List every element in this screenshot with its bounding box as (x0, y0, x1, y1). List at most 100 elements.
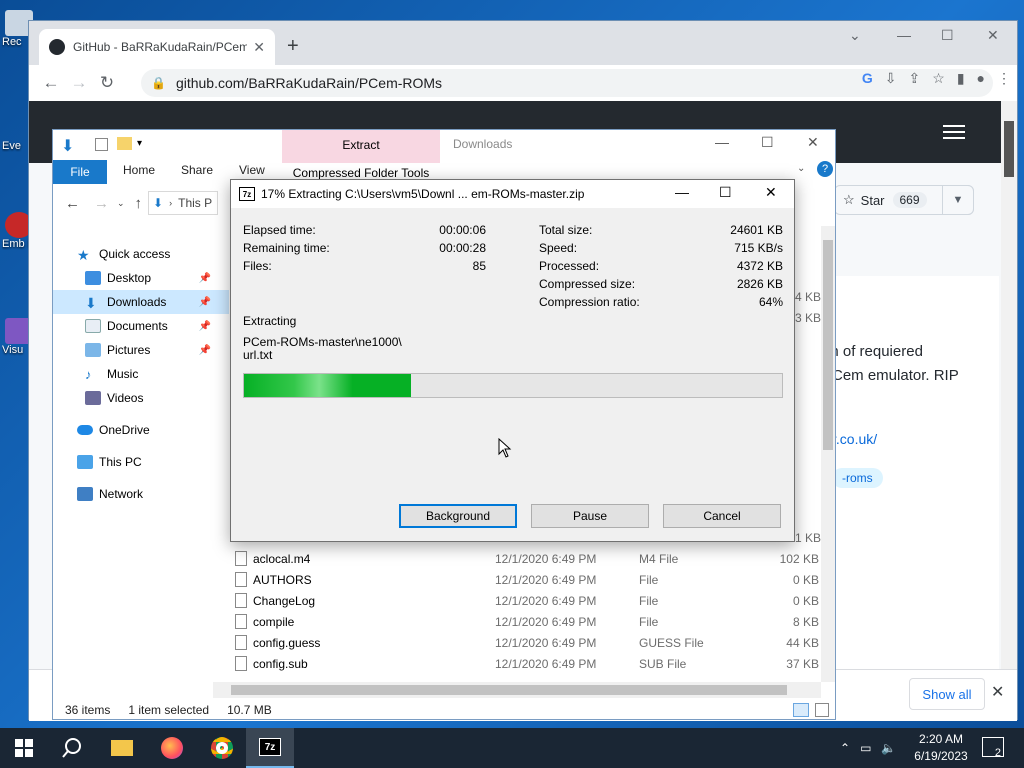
cloud-icon (77, 425, 93, 435)
file-row[interactable]: config.guess 12/1/2020 6:49 PM GUESS Fil… (231, 632, 821, 653)
install-icon[interactable]: ⇩ (885, 70, 897, 87)
explorer-maximize-button[interactable]: ☐ (761, 134, 774, 151)
extract-tab-header[interactable]: Extract (282, 138, 440, 152)
network-icon[interactable]: ▭ (860, 741, 871, 755)
minimize-button[interactable]: — (897, 27, 911, 43)
taskbar-clock[interactable]: 2:20 AM 6/19/2023 (906, 731, 976, 765)
scrollbar-thumb[interactable] (231, 685, 787, 695)
breadcrumb-chevron-icon: › (169, 198, 173, 208)
bookmark-star-icon[interactable]: ☆ (932, 70, 945, 87)
scrollbar-thumb[interactable] (1004, 121, 1014, 177)
back-icon[interactable]: ← (65, 195, 80, 212)
notification-center-icon[interactable]: 2 (982, 737, 1004, 759)
file-row[interactable]: config.sub 12/1/2020 6:49 PM SUB File 37… (231, 653, 821, 674)
back-icon[interactable]: ← (37, 73, 65, 93)
file-list-horizontal-scrollbar[interactable] (213, 682, 821, 698)
file-size: 0 KB (792, 572, 819, 587)
new-tab-button[interactable]: + (287, 35, 299, 58)
nav-desktop[interactable]: Desktop 📌 (53, 266, 229, 290)
repo-topic-tag[interactable]: -roms (832, 468, 883, 488)
system-tray: ⌃ ▭ 🔈 (840, 728, 896, 768)
forward-icon[interactable]: → (94, 195, 109, 212)
file-size-cell: 1 KB (795, 531, 822, 545)
scrollbar-thumb[interactable] (823, 240, 833, 450)
nav-videos[interactable]: Videos (53, 386, 229, 410)
properties-icon[interactable] (95, 138, 108, 151)
file-list-vertical-scrollbar[interactable] (821, 226, 835, 682)
recent-locations-icon[interactable]: ⌄ (117, 198, 125, 209)
nav-label: Desktop (107, 271, 152, 285)
desktop-icon-label: Eve (2, 140, 21, 152)
address-box[interactable]: ⬇ › This P (148, 191, 219, 215)
folder-icon (111, 740, 133, 756)
nav-onedrive[interactable]: OneDrive (53, 418, 229, 442)
google-icon[interactable]: G (862, 70, 873, 87)
details-view-icon[interactable] (793, 703, 809, 717)
tab-home[interactable]: Home (123, 163, 155, 177)
7zip-close-button[interactable]: ✕ (765, 184, 777, 201)
nav-pictures[interactable]: Pictures 📌 (53, 338, 229, 362)
explorer-minimize-button[interactable]: — (715, 134, 729, 150)
nav-network[interactable]: Network (53, 482, 229, 506)
lock-icon: 🔒 (151, 76, 166, 90)
side-panel-icon[interactable]: ▮ (957, 70, 965, 87)
page-scrollbar[interactable] (1001, 101, 1017, 719)
close-download-shelf-icon[interactable]: ✕ (991, 682, 1004, 702)
background-button[interactable]: Background (399, 504, 517, 528)
file-name: ChangeLog (253, 593, 316, 608)
hamburger-menu-icon[interactable] (943, 125, 965, 139)
star-dropdown-button[interactable]: ▼ (942, 185, 974, 215)
cancel-button[interactable]: Cancel (663, 504, 781, 528)
share-icon[interactable]: ⇪ (909, 70, 921, 87)
file-row[interactable]: compile 12/1/2020 6:49 PM File 8 KB (231, 611, 821, 632)
current-file-path: PCem-ROMs-master\ne1000\ (243, 335, 402, 349)
volume-muted-icon[interactable]: 🔈 (881, 741, 896, 755)
nav-documents[interactable]: Documents 📌 (53, 314, 229, 338)
tab-view[interactable]: View (239, 163, 265, 177)
extraction-progress-bar (243, 373, 783, 398)
explorer-close-button[interactable]: ✕ (807, 134, 819, 151)
pause-button[interactable]: Pause (531, 504, 649, 528)
taskbar-firefox[interactable] (148, 728, 196, 768)
browser-tab[interactable]: GitHub - BaRRaKudaRain/PCem- ✕ (39, 29, 275, 65)
file-icon (235, 551, 247, 566)
quick-access-dropdown-icon[interactable]: ▾ (137, 138, 142, 149)
nav-quick-access[interactable]: ★ Quick access (53, 242, 229, 266)
pin-icon: 📌 (198, 344, 211, 356)
file-name: AUTHORS (253, 572, 312, 587)
ribbon-expand-icon[interactable]: ⌄ (797, 163, 805, 174)
search-button[interactable] (48, 728, 96, 768)
profile-avatar-icon[interactable]: ● (977, 70, 985, 87)
tray-overflow-chevron-icon[interactable]: ⌃ (840, 741, 850, 755)
new-folder-icon[interactable] (117, 137, 132, 150)
tab-share[interactable]: Share (181, 163, 213, 177)
nav-this-pc[interactable]: This PC (53, 450, 229, 474)
taskbar-chrome[interactable] (198, 728, 246, 768)
breadcrumb-this-pc[interactable]: This P (178, 196, 212, 210)
help-icon[interactable]: ? (817, 161, 833, 177)
file-row[interactable]: ChangeLog 12/1/2020 6:49 PM File 0 KB (231, 590, 821, 611)
file-size: 44 KB (786, 635, 819, 650)
file-row[interactable]: aclocal.m4 12/1/2020 6:49 PM M4 File 102… (231, 548, 821, 569)
forward-icon[interactable]: → (65, 73, 93, 93)
7zip-minimize-button[interactable]: — (675, 184, 689, 200)
show-all-button[interactable]: Show all (909, 678, 985, 710)
file-row[interactable]: AUTHORS 12/1/2020 6:49 PM File 0 KB (231, 569, 821, 590)
tab-search-icon[interactable]: ⌄ (849, 27, 861, 44)
up-icon[interactable]: ↑ (135, 195, 143, 212)
reload-icon[interactable]: ↻ (93, 73, 121, 93)
start-button[interactable] (0, 728, 48, 768)
nav-downloads[interactable]: ⬇ Downloads 📌 (53, 290, 229, 314)
menu-dots-icon[interactable]: ⋮ (997, 70, 1011, 87)
elapsed-time-value: 00:00:06 (439, 223, 486, 237)
maximize-button[interactable]: ☐ (941, 27, 954, 44)
taskbar-file-explorer[interactable] (98, 728, 146, 768)
taskbar-7zip[interactable]: 7z (246, 728, 294, 768)
nav-music[interactable]: ♪ Music (53, 362, 229, 386)
close-window-button[interactable]: ✕ (987, 27, 999, 44)
close-tab-icon[interactable]: ✕ (253, 39, 265, 56)
total-size-label: Total size: (539, 223, 593, 237)
7zip-maximize-button[interactable]: ☐ (719, 184, 732, 201)
repo-website-link[interactable]: r.co.uk/ (832, 431, 877, 447)
large-icons-view-icon[interactable] (815, 703, 829, 717)
